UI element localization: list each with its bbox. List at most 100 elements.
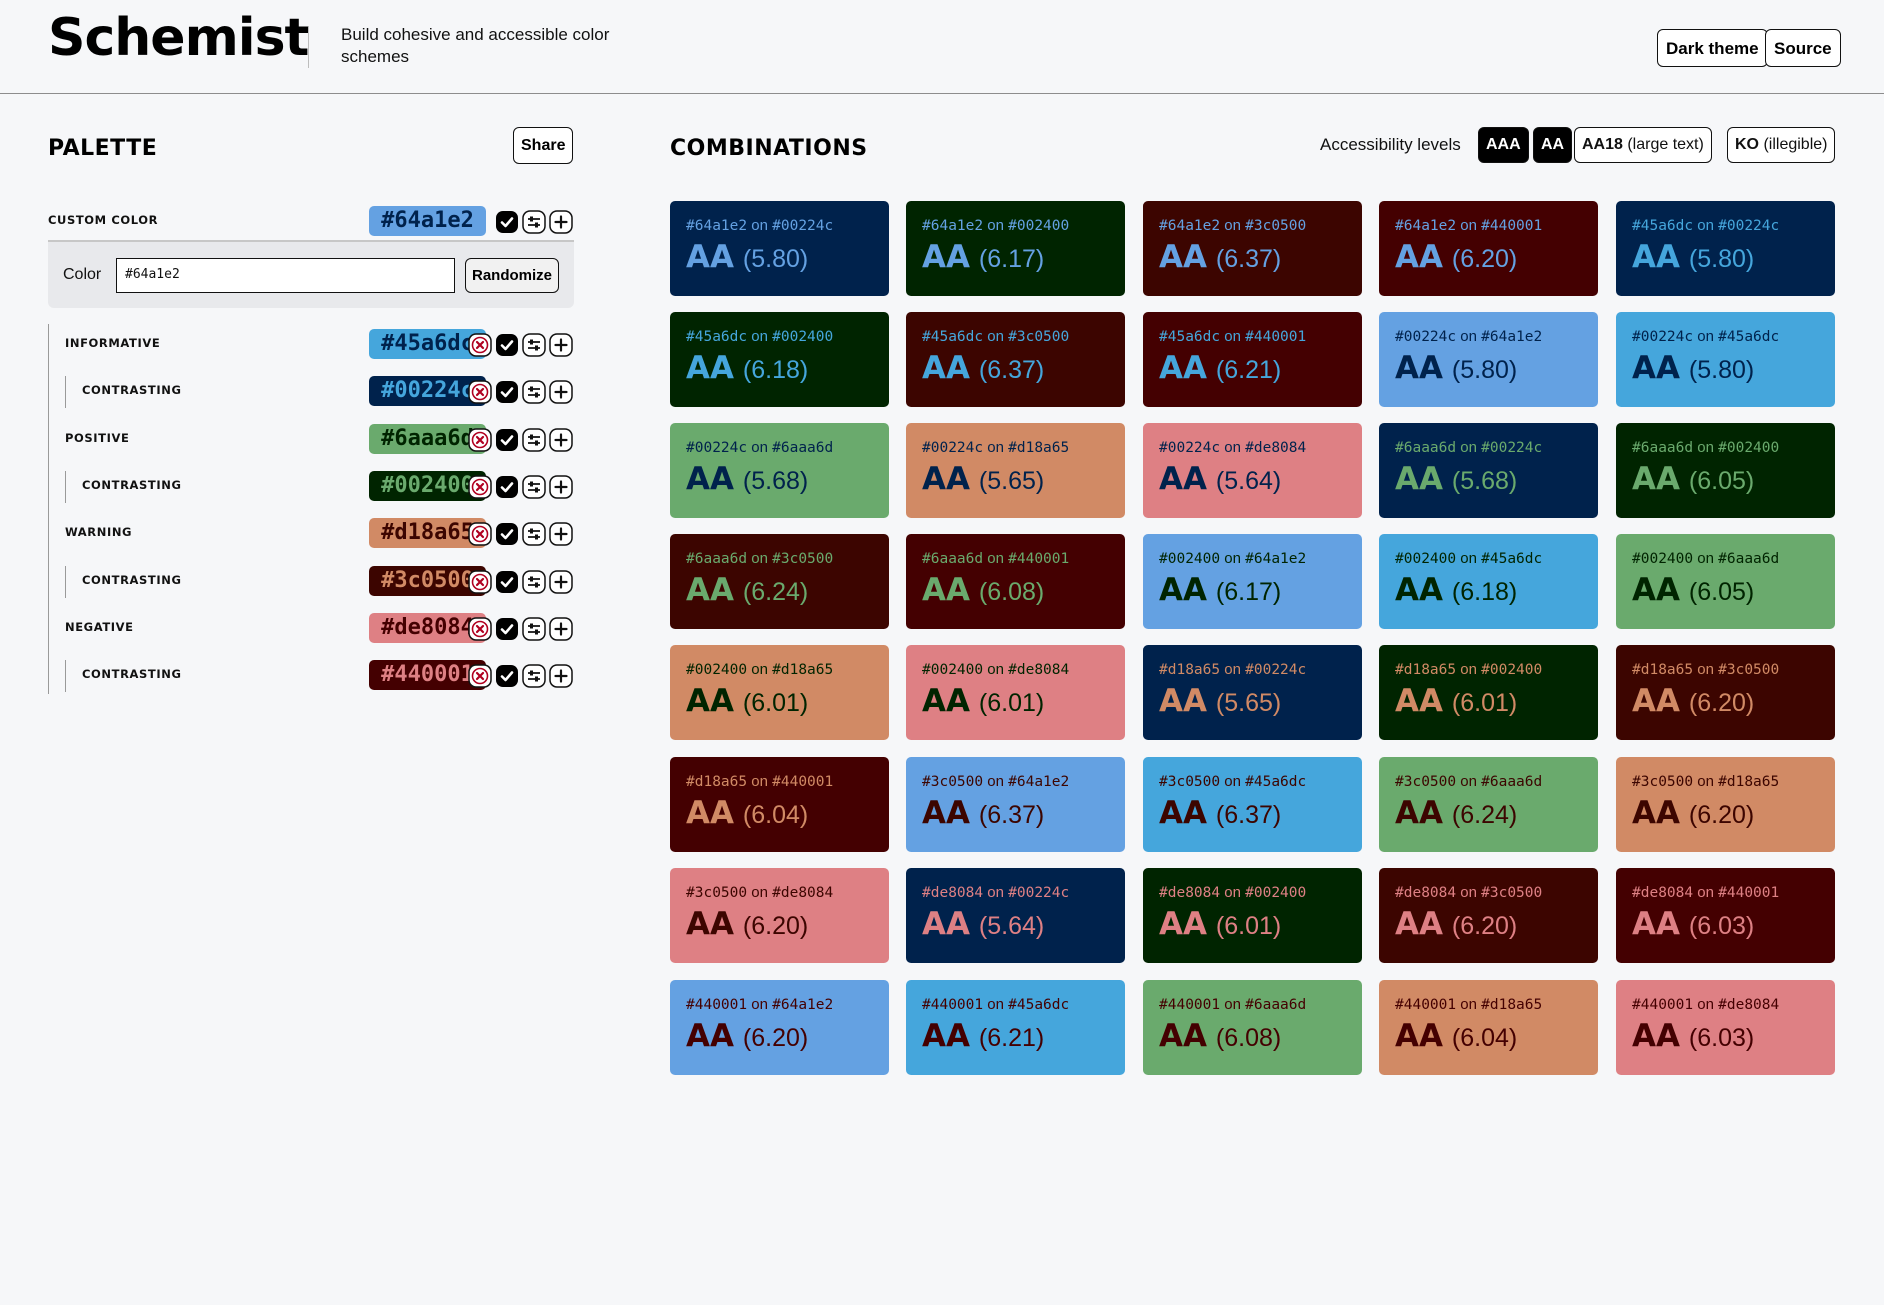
add-contrasting-button[interactable] — [549, 522, 573, 546]
add-contrasting-button[interactable] — [549, 664, 573, 688]
on-word: on — [1693, 217, 1719, 234]
adjust-color-button[interactable] — [522, 617, 546, 641]
level-toggle-aa[interactable]: AA — [1533, 127, 1573, 163]
toggle-color-button[interactable] — [495, 475, 519, 499]
remove-color-button[interactable] — [468, 333, 492, 357]
level-toggle-ko[interactable]: KO (illegible) — [1727, 127, 1836, 163]
dark-theme-button[interactable]: Dark theme — [1657, 29, 1768, 67]
accessibility-levels-label: Accessibility levels — [1320, 135, 1461, 154]
combination-card[interactable]: #64a1e2 on #002400 AA (6.17) — [906, 201, 1125, 296]
source-button[interactable]: Source — [1765, 29, 1841, 67]
combination-card[interactable]: #6aaa6d on #00224c AA (5.68) — [1379, 423, 1598, 518]
add-contrasting-button[interactable] — [549, 427, 573, 452]
toggle-color-button[interactable] — [495, 617, 519, 641]
combination-card[interactable]: #de8084 on #002400 AA (6.01) — [1143, 868, 1362, 963]
toggle-color-button[interactable] — [495, 522, 519, 546]
remove-color-button[interactable] — [468, 522, 492, 546]
foreground-hex: #002400 — [686, 662, 748, 678]
adjust-icon — [522, 569, 546, 594]
combination-card[interactable]: #440001 on #64a1e2 AA (6.20) — [670, 980, 889, 1075]
combination-card[interactable]: #440001 on #de8084 AA (6.03) — [1616, 980, 1835, 1075]
combination-card[interactable]: #002400 on #6aaa6d AA (6.05) — [1616, 534, 1835, 629]
add-contrasting-button[interactable] — [549, 333, 573, 357]
adjust-color-button[interactable] — [522, 522, 546, 546]
add-contrasting-button[interactable] — [549, 617, 573, 641]
combination-card[interactable]: #00224c on #d18a65 AA (5.65) — [906, 423, 1125, 518]
level-toggle-aaa[interactable]: AAA — [1478, 127, 1529, 163]
adjust-color-button[interactable] — [522, 475, 546, 499]
combination-card[interactable]: #3c0500 on #d18a65 AA (6.20) — [1616, 757, 1835, 852]
remove-color-button[interactable] — [468, 569, 492, 594]
combination-card[interactable]: #45a6dc on #3c0500 AA (6.37) — [906, 312, 1125, 407]
combination-card[interactable]: #64a1e2 on #3c0500 AA (6.37) — [1143, 201, 1362, 296]
combination-card[interactable]: #64a1e2 on #00224c AA (5.80) — [670, 201, 889, 296]
combination-card[interactable]: #3c0500 on #45a6dc AA (6.37) — [1143, 757, 1362, 852]
foreground-hex: #3c0500 — [1395, 774, 1457, 790]
combination-card[interactable]: #3c0500 on #6aaa6d AA (6.24) — [1379, 757, 1598, 852]
contrast-level: AA — [1159, 239, 1207, 275]
toggle-color-button[interactable] — [495, 333, 519, 357]
adjust-color-button[interactable] — [522, 664, 546, 688]
combination-card[interactable]: #45a6dc on #440001 AA (6.21) — [1143, 312, 1362, 407]
toggle-color-button[interactable] — [495, 380, 519, 404]
color-input[interactable]: #64a1e2 — [116, 258, 455, 293]
combination-card[interactable]: #002400 on #de8084 AA (6.01) — [906, 645, 1125, 740]
combination-pair: #3c0500 on #6aaa6d — [1395, 773, 1542, 790]
combination-card[interactable]: #45a6dc on #002400 AA (6.18) — [670, 312, 889, 407]
combination-card[interactable]: #45a6dc on #00224c AA (5.80) — [1616, 201, 1835, 296]
combination-card[interactable]: #6aaa6d on #3c0500 AA (6.24) — [670, 534, 889, 629]
combination-card[interactable]: #002400 on #d18a65 AA (6.01) — [670, 645, 889, 740]
combination-card[interactable]: #de8084 on #00224c AA (5.64) — [906, 868, 1125, 963]
combination-card[interactable]: #3c0500 on #de8084 AA (6.20) — [670, 868, 889, 963]
combination-card[interactable]: #00224c on #de8084 AA (5.64) — [1143, 423, 1362, 518]
on-word: on — [983, 550, 1009, 567]
contrast-result: AA (6.17) — [1159, 572, 1281, 608]
combination-card[interactable]: #3c0500 on #64a1e2 AA (6.37) — [906, 757, 1125, 852]
background-hex: #de8084 — [1718, 997, 1780, 1013]
combination-card[interactable]: #440001 on #6aaa6d AA (6.08) — [1143, 980, 1362, 1075]
combination-card[interactable]: #002400 on #64a1e2 AA (6.17) — [1143, 534, 1362, 629]
adjust-color-button[interactable] — [522, 427, 546, 452]
combination-card[interactable]: #002400 on #45a6dc AA (6.18) — [1379, 534, 1598, 629]
adjust-color-button[interactable] — [522, 569, 546, 594]
level-toggle-aa18[interactable]: AA18 (large text) — [1574, 127, 1712, 163]
add-contrasting-button[interactable] — [549, 380, 573, 405]
adjust-color-button[interactable] — [522, 333, 546, 357]
randomize-button[interactable]: Randomize — [465, 258, 560, 293]
combination-card[interactable]: #d18a65 on #440001 AA (6.04) — [670, 757, 889, 852]
remove-color-button[interactable] — [468, 380, 492, 405]
combination-card[interactable]: #440001 on #45a6dc AA (6.21) — [906, 980, 1125, 1075]
toggle-color-button[interactable] — [495, 664, 519, 688]
combination-card[interactable]: #00224c on #6aaa6d AA (5.68) — [670, 423, 889, 518]
contrast-ratio: (6.17) — [1208, 578, 1282, 606]
add-contrasting-button[interactable] — [549, 475, 573, 499]
remove-color-button[interactable] — [468, 427, 492, 452]
custom-color-chip[interactable]: #64a1e2 — [369, 206, 486, 236]
toggle-color-button[interactable] — [495, 210, 519, 234]
contrast-level: AA — [922, 795, 970, 831]
remove-color-button[interactable] — [468, 664, 492, 688]
combination-card[interactable]: #de8084 on #3c0500 AA (6.20) — [1379, 868, 1598, 963]
combination-card[interactable]: #440001 on #d18a65 AA (6.04) — [1379, 980, 1598, 1075]
combination-card[interactable]: #d18a65 on #002400 AA (6.01) — [1379, 645, 1598, 740]
combination-card[interactable]: #de8084 on #440001 AA (6.03) — [1616, 868, 1835, 963]
combination-card[interactable]: #6aaa6d on #440001 AA (6.08) — [906, 534, 1125, 629]
share-button[interactable]: Share — [513, 127, 574, 164]
palette-row-label: CONTRASTING — [82, 383, 182, 398]
add-contrasting-button[interactable] — [549, 569, 573, 594]
combination-card[interactable]: #00224c on #45a6dc AA (5.80) — [1616, 312, 1835, 407]
combination-card[interactable]: #d18a65 on #00224c AA (5.65) — [1143, 645, 1362, 740]
toggle-color-button[interactable] — [495, 570, 519, 594]
combination-card[interactable]: #64a1e2 on #440001 AA (6.20) — [1379, 201, 1598, 296]
combination-card[interactable]: #6aaa6d on #002400 AA (6.05) — [1616, 423, 1835, 518]
add-contrasting-button[interactable] — [549, 210, 573, 234]
contrast-ratio: (6.05) — [1681, 467, 1755, 495]
adjust-color-button[interactable] — [522, 210, 546, 234]
combination-card[interactable]: #d18a65 on #3c0500 AA (6.20) — [1616, 645, 1835, 740]
remove-color-button[interactable] — [468, 617, 492, 641]
combination-pair: #002400 on #45a6dc — [1395, 550, 1542, 567]
combination-card[interactable]: #00224c on #64a1e2 AA (5.80) — [1379, 312, 1598, 407]
adjust-color-button[interactable] — [522, 380, 546, 405]
toggle-color-button[interactable] — [495, 428, 519, 452]
remove-color-button[interactable] — [468, 475, 492, 499]
